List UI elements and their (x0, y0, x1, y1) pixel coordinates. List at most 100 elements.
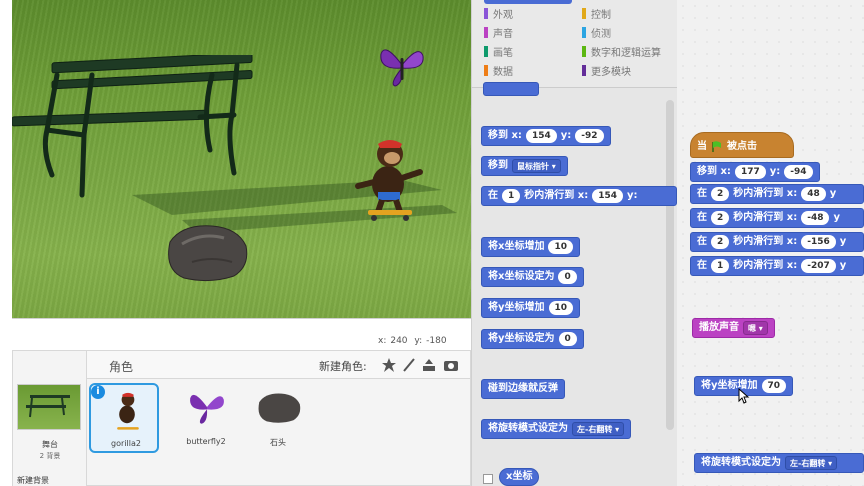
block-label: 将y坐标增加 (488, 302, 545, 313)
category-control[interactable]: 控制 (582, 8, 611, 22)
y-input[interactable]: -94 (784, 165, 813, 179)
palette-goto-xy-block[interactable]: 移到 x: 154 y: -92 (481, 126, 611, 146)
script-when-flag-clicked-block[interactable]: 当 被点击 (690, 132, 794, 158)
rotation-dropdown-value: 左-右翻转 (790, 459, 826, 468)
block-label: 播放声音 (699, 322, 739, 333)
palette-block-partial[interactable] (483, 82, 539, 96)
secs-input[interactable]: 1 (502, 189, 521, 203)
block-label: 将y坐标设定为 (488, 333, 555, 344)
sprites-header: 角色 新建角色: (87, 351, 470, 379)
script-rotation-style-block[interactable]: 将旋转模式设定为 左-右翻转 ▾ (694, 453, 864, 473)
target-dropdown-value: 鼠标指针 (517, 162, 549, 171)
block-label: 秒内滑行到 x: (733, 236, 798, 247)
x-label: x: (378, 336, 387, 346)
palette-bounce-block[interactable]: 碰到边缘就反弹 (481, 379, 565, 399)
y-label: y: (414, 336, 423, 346)
block-label: y (829, 188, 837, 199)
choose-sprite-library-icon[interactable] (381, 357, 397, 373)
block-label: 在 (697, 260, 707, 271)
secs-input[interactable]: 2 (711, 187, 730, 201)
palette-rotation-style-block[interactable]: 将旋转模式设定为 左-右翻转 ▾ (481, 419, 632, 439)
block-label: 在 (697, 212, 707, 223)
script-glide-block[interactable]: 在 2 秒内滑行到 x: -48 y (690, 208, 864, 228)
mouse-coordinates: x: 240 y: -180 (378, 336, 451, 346)
category-more-blocks[interactable]: 更多模块 (582, 65, 631, 79)
category-data[interactable]: 数据 (484, 65, 513, 79)
info-icon[interactable]: i (91, 385, 105, 399)
x-input[interactable]: -48 (801, 211, 830, 225)
value-input[interactable]: 70 (761, 379, 787, 393)
rotation-dropdown[interactable]: 左-右翻转 ▾ (572, 422, 625, 436)
x-input[interactable]: 154 (525, 129, 557, 143)
category-label: 更多模块 (591, 67, 631, 78)
script-play-sound-block[interactable]: 播放声音 嗯 ▾ (692, 318, 775, 338)
x-input[interactable]: -207 (801, 259, 836, 273)
block-label: 移到 (488, 160, 508, 171)
category-label: 侦测 (591, 29, 611, 40)
stage[interactable] (12, 0, 471, 318)
x-input[interactable]: -156 (801, 235, 836, 249)
paint-brush-icon[interactable] (401, 357, 417, 373)
category-sensing[interactable]: 侦测 (582, 27, 611, 41)
value-input[interactable]: 0 (558, 270, 577, 284)
category-pen[interactable]: 画笔 (484, 46, 513, 60)
green-flag-icon (712, 141, 721, 152)
gorilla-thumb-icon (117, 392, 139, 430)
stage-label: 舞台 (42, 440, 58, 449)
sound-dropdown[interactable]: 嗯 ▾ (743, 321, 768, 335)
block-label: 当 (697, 141, 707, 152)
rock-thumb-icon (258, 393, 301, 423)
x-input[interactable]: 48 (801, 187, 826, 201)
category-looks[interactable]: 外观 (484, 8, 513, 22)
palette-set-y-block[interactable]: 将y坐标设定为 0 (481, 329, 584, 349)
value-input[interactable]: 10 (548, 301, 574, 315)
category-sound[interactable]: 声音 (484, 27, 513, 41)
block-label: y: (560, 130, 572, 141)
butterfly-sprite (380, 49, 424, 87)
scratch-editor: x: 240 y: -180 舞台 2 背景 新建背景 角色 新建角色: i g… (0, 0, 864, 486)
x-input[interactable]: 154 (592, 189, 623, 203)
gorilla-sprite (355, 140, 423, 221)
camera-icon[interactable] (443, 357, 459, 373)
palette-set-x-block[interactable]: 将x坐标设定为 0 (481, 267, 584, 287)
stage-footer (12, 318, 471, 332)
value-input[interactable]: 0 (558, 332, 577, 346)
category-motion-tab[interactable] (484, 0, 572, 4)
x-position-checkbox[interactable] (483, 474, 493, 484)
rock-sprite (168, 225, 248, 282)
palette-goto-target-block[interactable]: 移到 鼠标指针 ▾ (481, 156, 568, 176)
palette-change-y-block[interactable]: 将y坐标增加 10 (481, 298, 581, 318)
x-input[interactable]: 177 (734, 165, 766, 179)
script-goto-xy-block[interactable]: 移到 x: 177 y: -94 (690, 162, 820, 182)
sprite-tile-gorilla2[interactable]: i gorilla2 (89, 383, 159, 453)
block-label: 移到 x: (697, 166, 731, 177)
stage-thumbnail[interactable] (17, 384, 81, 430)
script-glide-block[interactable]: 在 1 秒内滑行到 x: -207 y (690, 256, 864, 276)
secs-input[interactable]: 1 (711, 259, 730, 273)
rotation-dropdown-value: 左-右翻转 (577, 425, 613, 434)
sprite-tile-butterfly2[interactable]: butterfly2 (171, 383, 241, 453)
secs-input[interactable]: 2 (711, 235, 730, 249)
y-input[interactable]: -92 (575, 129, 604, 143)
block-label: 将x坐标设定为 (488, 271, 555, 282)
palette-change-x-block[interactable]: 将x坐标增加 10 (481, 237, 580, 257)
category-label: 数字和逻辑运算 (591, 48, 661, 59)
upload-sprite-icon[interactable] (421, 357, 437, 373)
bench-thumb-icon (26, 395, 70, 418)
palette-scrollbar[interactable] (666, 100, 674, 430)
script-glide-block[interactable]: 在 2 秒内滑行到 x: -156 y (690, 232, 864, 252)
sprites-title: 角色 (109, 360, 134, 374)
secs-input[interactable]: 2 (711, 211, 730, 225)
palette-x-position-reporter[interactable]: x坐标 (499, 468, 540, 486)
sprite-tile-rock[interactable]: 石头 (243, 383, 313, 453)
script-glide-block[interactable]: 在 2 秒内滑行到 x: 48 y (690, 184, 864, 204)
category-label: 画笔 (493, 48, 513, 59)
rotation-dropdown[interactable]: 左-右翻转 ▾ (785, 456, 838, 470)
butterfly-thumb-icon (190, 394, 224, 424)
block-label: 在 (697, 188, 707, 199)
target-dropdown[interactable]: 鼠标指针 ▾ (512, 159, 561, 173)
value-input[interactable]: 10 (548, 240, 573, 254)
category-operators[interactable]: 数字和逻辑运算 (582, 46, 661, 60)
block-label: 将旋转模式设定为 (488, 423, 568, 434)
palette-glide-block[interactable]: 在 1 秒内滑行到 x: 154 y: (481, 186, 677, 206)
